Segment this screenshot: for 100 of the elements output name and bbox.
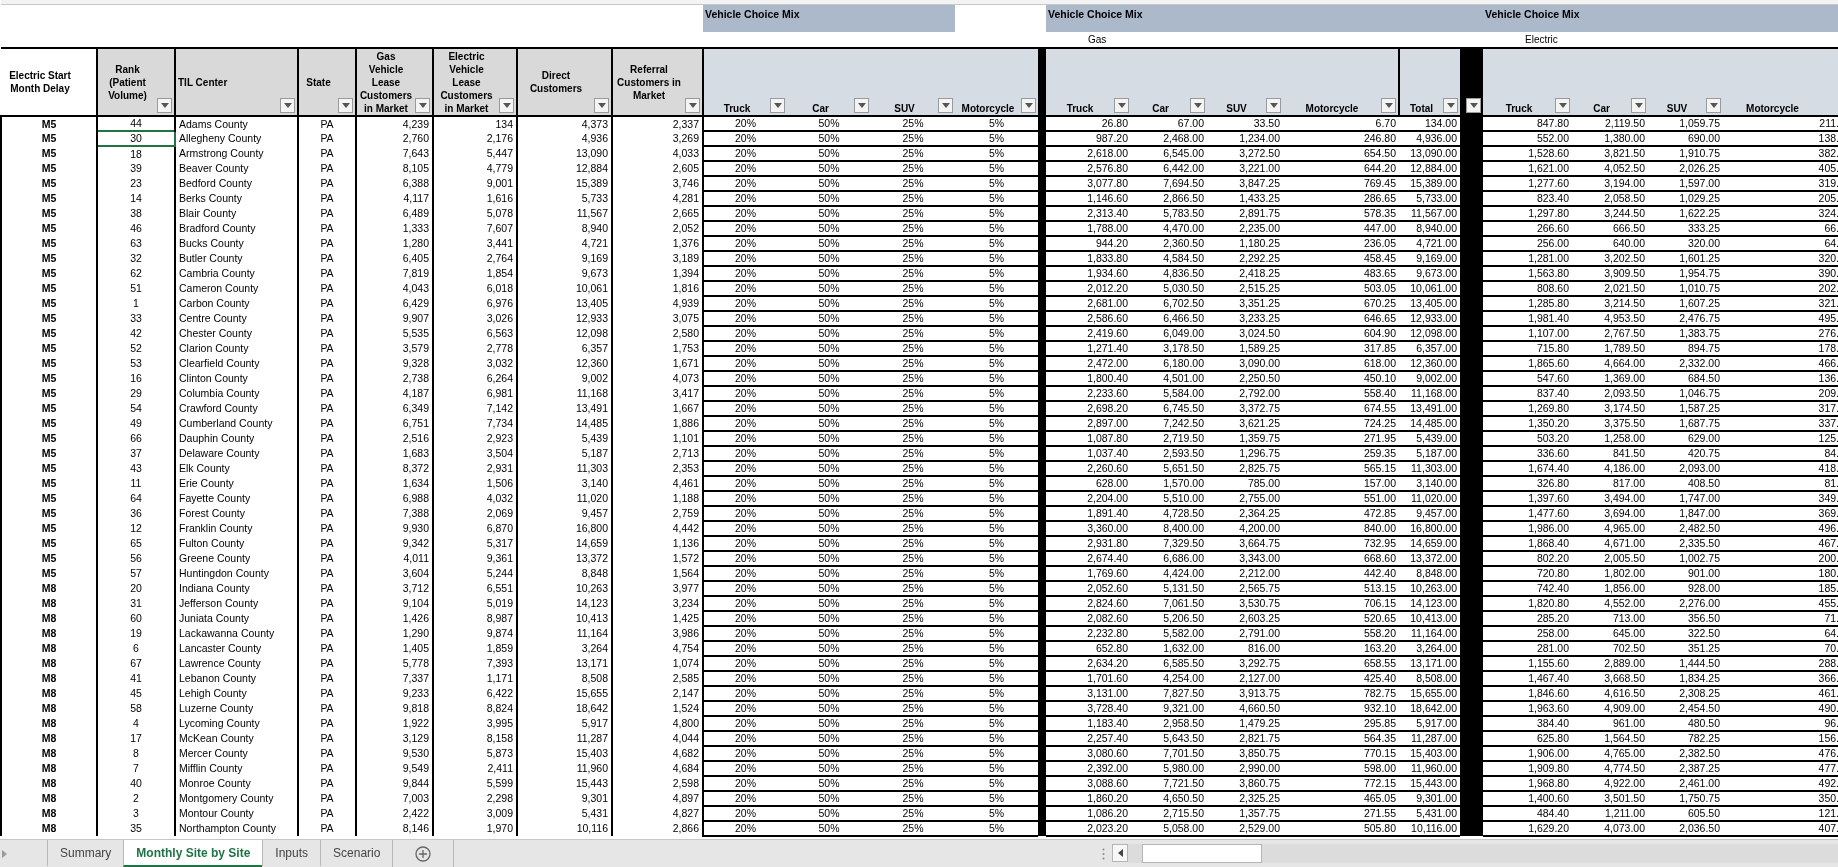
table-cell: 513.15 bbox=[1283, 581, 1399, 596]
table-cell: PA bbox=[298, 746, 356, 761]
filter-button[interactable] bbox=[1266, 98, 1281, 113]
table-cell: 9,328 bbox=[356, 356, 433, 371]
table-cell: M5 bbox=[1, 161, 97, 176]
table-cell: 25% bbox=[871, 626, 955, 641]
table-cell: 350. bbox=[1723, 791, 1838, 806]
table-cell: 2,713 bbox=[612, 446, 703, 461]
table-cell: 30 bbox=[97, 131, 175, 146]
scroll-left-button[interactable] bbox=[1112, 844, 1129, 862]
table-cell: 25% bbox=[871, 821, 955, 836]
column-header: Electric Vehicle Lease Customers in Market bbox=[439, 49, 494, 115]
table-cell: 11,567 bbox=[517, 206, 612, 221]
filter-button[interactable] bbox=[770, 98, 785, 113]
table-cell: 6,388 bbox=[356, 176, 433, 191]
caret-icon bbox=[1446, 103, 1455, 108]
filter-button[interactable] bbox=[499, 98, 514, 113]
table-cell: 578.35 bbox=[1283, 206, 1399, 221]
table-cell: 9,342 bbox=[356, 536, 433, 551]
table-cell: 1,910.75 bbox=[1648, 146, 1723, 161]
sheet-tab[interactable]: Inputs bbox=[262, 840, 321, 867]
table-cell: 25% bbox=[871, 731, 955, 746]
table-cell: 2,233.60 bbox=[1046, 386, 1131, 401]
filter-button[interactable] bbox=[280, 98, 295, 113]
table-cell: 2,313.40 bbox=[1046, 206, 1131, 221]
filter-button[interactable] bbox=[1631, 98, 1646, 113]
table-cell: PA bbox=[298, 641, 356, 656]
scrollbar-thumb[interactable] bbox=[1142, 844, 1263, 863]
table-cell: Luzerne County bbox=[175, 701, 298, 716]
table-cell: 2,058.50 bbox=[1572, 191, 1648, 206]
table-cell: 84. bbox=[1723, 446, 1838, 461]
filter-button[interactable] bbox=[338, 98, 353, 113]
table-cell: 6,489 bbox=[356, 206, 433, 221]
filter-button[interactable] bbox=[1466, 98, 1481, 113]
table-cell: 66 bbox=[97, 431, 175, 446]
table-cell: 50% bbox=[787, 746, 871, 761]
table-cell: M5 bbox=[1, 296, 97, 311]
table-cell: 202. bbox=[1723, 281, 1838, 296]
table-cell: 7,003 bbox=[356, 791, 433, 806]
filter-button[interactable] bbox=[938, 98, 953, 113]
table-cell: 50% bbox=[787, 146, 871, 161]
table-cell: 25% bbox=[871, 446, 955, 461]
filter-button[interactable] bbox=[685, 98, 700, 113]
table-cell: 3,860.75 bbox=[1207, 776, 1283, 791]
table-cell: 20% bbox=[703, 461, 787, 476]
table-cell: 256.00 bbox=[1483, 236, 1572, 251]
filter-button[interactable] bbox=[854, 98, 869, 113]
filter-button[interactable] bbox=[1555, 98, 1570, 113]
table-cell: 5,431 bbox=[517, 806, 612, 821]
table-cell: PA bbox=[298, 356, 356, 371]
sheet-tab[interactable]: Monthly Site by Site bbox=[123, 840, 263, 867]
filter-button[interactable] bbox=[1190, 98, 1205, 113]
table-cell: 2,674.40 bbox=[1046, 551, 1131, 566]
caret-icon bbox=[418, 103, 427, 108]
table-cell: 25% bbox=[871, 146, 955, 161]
table-cell: 8,146 bbox=[356, 821, 433, 836]
filter-button[interactable] bbox=[1706, 98, 1721, 113]
table-cell: 25% bbox=[871, 581, 955, 596]
table-cell: 43 bbox=[97, 461, 175, 476]
table-cell: 65 bbox=[97, 536, 175, 551]
table-cell: 1,572 bbox=[612, 551, 703, 566]
table-cell: 209. bbox=[1723, 386, 1838, 401]
filter-button[interactable] bbox=[157, 98, 172, 113]
table-cell: Huntingdon County bbox=[175, 566, 298, 581]
table-cell: PA bbox=[298, 806, 356, 821]
table-cell: 236.05 bbox=[1283, 236, 1399, 251]
table-cell: 7,827.50 bbox=[1131, 686, 1207, 701]
table-cell: 2,472.00 bbox=[1046, 356, 1131, 371]
table-cell: PA bbox=[298, 131, 356, 146]
table-cell: 6,545.00 bbox=[1131, 146, 1207, 161]
table-cell: 58 bbox=[97, 701, 175, 716]
splitter-handle-icon[interactable] bbox=[1101, 847, 1105, 860]
table-cell: 2,411 bbox=[433, 761, 517, 776]
table-cell: 2,005.50 bbox=[1572, 551, 1648, 566]
filter-button[interactable] bbox=[1381, 98, 1396, 113]
filter-button[interactable] bbox=[415, 98, 430, 113]
table-cell: 646.65 bbox=[1283, 311, 1399, 326]
horizontal-scrollbar[interactable] bbox=[1128, 844, 1838, 863]
table-cell: 1,258.00 bbox=[1572, 431, 1648, 446]
filter-button[interactable] bbox=[1114, 98, 1129, 113]
table-cell: 4,650.50 bbox=[1131, 791, 1207, 806]
table-cell: 2,764 bbox=[433, 251, 517, 266]
table-cell: M5 bbox=[1, 341, 97, 356]
filter-button[interactable] bbox=[594, 98, 609, 113]
table-cell: 10,263 bbox=[517, 581, 612, 596]
table-cell: 1,397.60 bbox=[1483, 491, 1572, 506]
table-cell: 1,847.00 bbox=[1648, 506, 1723, 521]
filter-button[interactable] bbox=[1021, 98, 1036, 113]
table-cell: 25% bbox=[871, 461, 955, 476]
table-cell: 25% bbox=[871, 431, 955, 446]
sheet-tab[interactable]: Scenario bbox=[320, 840, 393, 867]
table-cell: 50% bbox=[787, 221, 871, 236]
table-cell: 322.50 bbox=[1648, 626, 1723, 641]
table-cell: 20% bbox=[703, 236, 787, 251]
table-cell: 3,189 bbox=[612, 251, 703, 266]
table-cell: 713.00 bbox=[1572, 611, 1648, 626]
filter-button[interactable] bbox=[1443, 98, 1458, 113]
table-cell: 20% bbox=[703, 476, 787, 491]
table-cell: 1,426 bbox=[356, 611, 433, 626]
table-cell: 25% bbox=[871, 281, 955, 296]
